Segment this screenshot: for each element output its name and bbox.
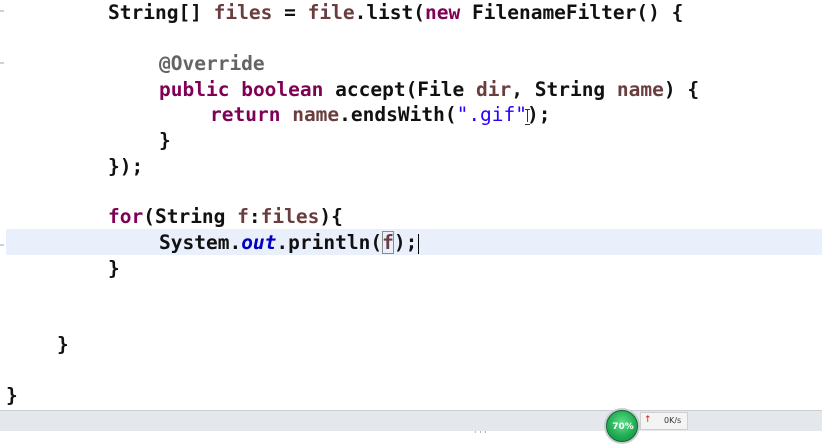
- overview-ruler: [0, 0, 6, 410]
- ruler-mark: [0, 62, 4, 64]
- code-line-5[interactable]: }: [159, 128, 171, 154]
- code-token-variable: file: [307, 1, 355, 24]
- code-token-variable: name: [292, 103, 340, 126]
- code-token: accept(File: [323, 78, 477, 101]
- code-token: :: [248, 205, 261, 228]
- code-line-2[interactable]: @Override: [159, 51, 265, 77]
- code-line-9[interactable]: }: [108, 256, 120, 282]
- ibeam-cursor-icon: [524, 108, 532, 125]
- upload-arrow-icon: ↑: [644, 415, 652, 425]
- code-token: }: [108, 257, 120, 280]
- code-token: }: [6, 384, 18, 407]
- status-bar: · · ·: [0, 410, 822, 437]
- code-token: });: [108, 155, 144, 178]
- code-token: FilenameFilter() {: [460, 1, 684, 24]
- network-speed-text: 0K/s: [664, 416, 682, 425]
- code-token-string: ".gif": [456, 103, 528, 126]
- code-token-keyword: boolean: [241, 78, 324, 101]
- code-token-keyword: public: [159, 78, 230, 101]
- code-token: ){: [319, 205, 343, 228]
- code-token-keyword: for: [108, 205, 144, 228]
- text-caret: [418, 233, 420, 254]
- code-token-variable: f: [237, 205, 249, 228]
- code-token-variable: name: [616, 78, 664, 101]
- code-token: .println(: [276, 231, 383, 254]
- code-line-4[interactable]: return name.endsWith(".gif");: [210, 102, 551, 128]
- status-text: · · ·: [474, 428, 487, 437]
- code-token: }: [159, 129, 171, 152]
- ruler-mark: [0, 244, 4, 246]
- code-token: (String: [143, 205, 238, 228]
- gauge-icon: 70%: [606, 410, 638, 442]
- code-token: .endsWith(: [339, 103, 457, 126]
- code-token-keyword: new: [425, 1, 461, 24]
- code-token: =: [272, 1, 308, 24]
- code-token-annotation: @Override: [159, 52, 265, 75]
- code-token-variable-highlighted: f: [382, 231, 394, 254]
- ruler-mark: [0, 10, 4, 12]
- code-line-8[interactable]: System.out.println(f);: [159, 230, 420, 256]
- code-token: }: [57, 333, 69, 356]
- code-line-10[interactable]: }: [57, 332, 69, 358]
- code-token-static-field: out: [241, 231, 277, 254]
- system-monitor-widget[interactable]: 70%: [604, 408, 640, 444]
- code-token: , String: [511, 78, 617, 101]
- code-line-11[interactable]: }: [6, 383, 18, 409]
- code-token-variable: dir: [476, 78, 512, 101]
- code-token-variable: files: [213, 1, 273, 24]
- code-line-7[interactable]: for(String f:files){: [108, 204, 343, 230]
- code-token-variable: files: [260, 205, 320, 228]
- code-line-6[interactable]: });: [108, 154, 143, 180]
- code-token: );: [393, 231, 418, 254]
- code-token: ) {: [663, 78, 700, 101]
- code-token: System.: [159, 231, 242, 254]
- code-editor[interactable]: String[] files = file.list(new FilenameF…: [0, 0, 822, 410]
- gauge-percent-label: 70%: [612, 422, 634, 432]
- code-token-keyword: return: [210, 103, 281, 126]
- code-token: String[]: [108, 1, 214, 24]
- code-line-1[interactable]: String[] files = file.list(new FilenameF…: [108, 0, 683, 26]
- code-line-3[interactable]: public boolean accept(File dir, String n…: [159, 77, 699, 103]
- code-token: .list(: [354, 1, 426, 24]
